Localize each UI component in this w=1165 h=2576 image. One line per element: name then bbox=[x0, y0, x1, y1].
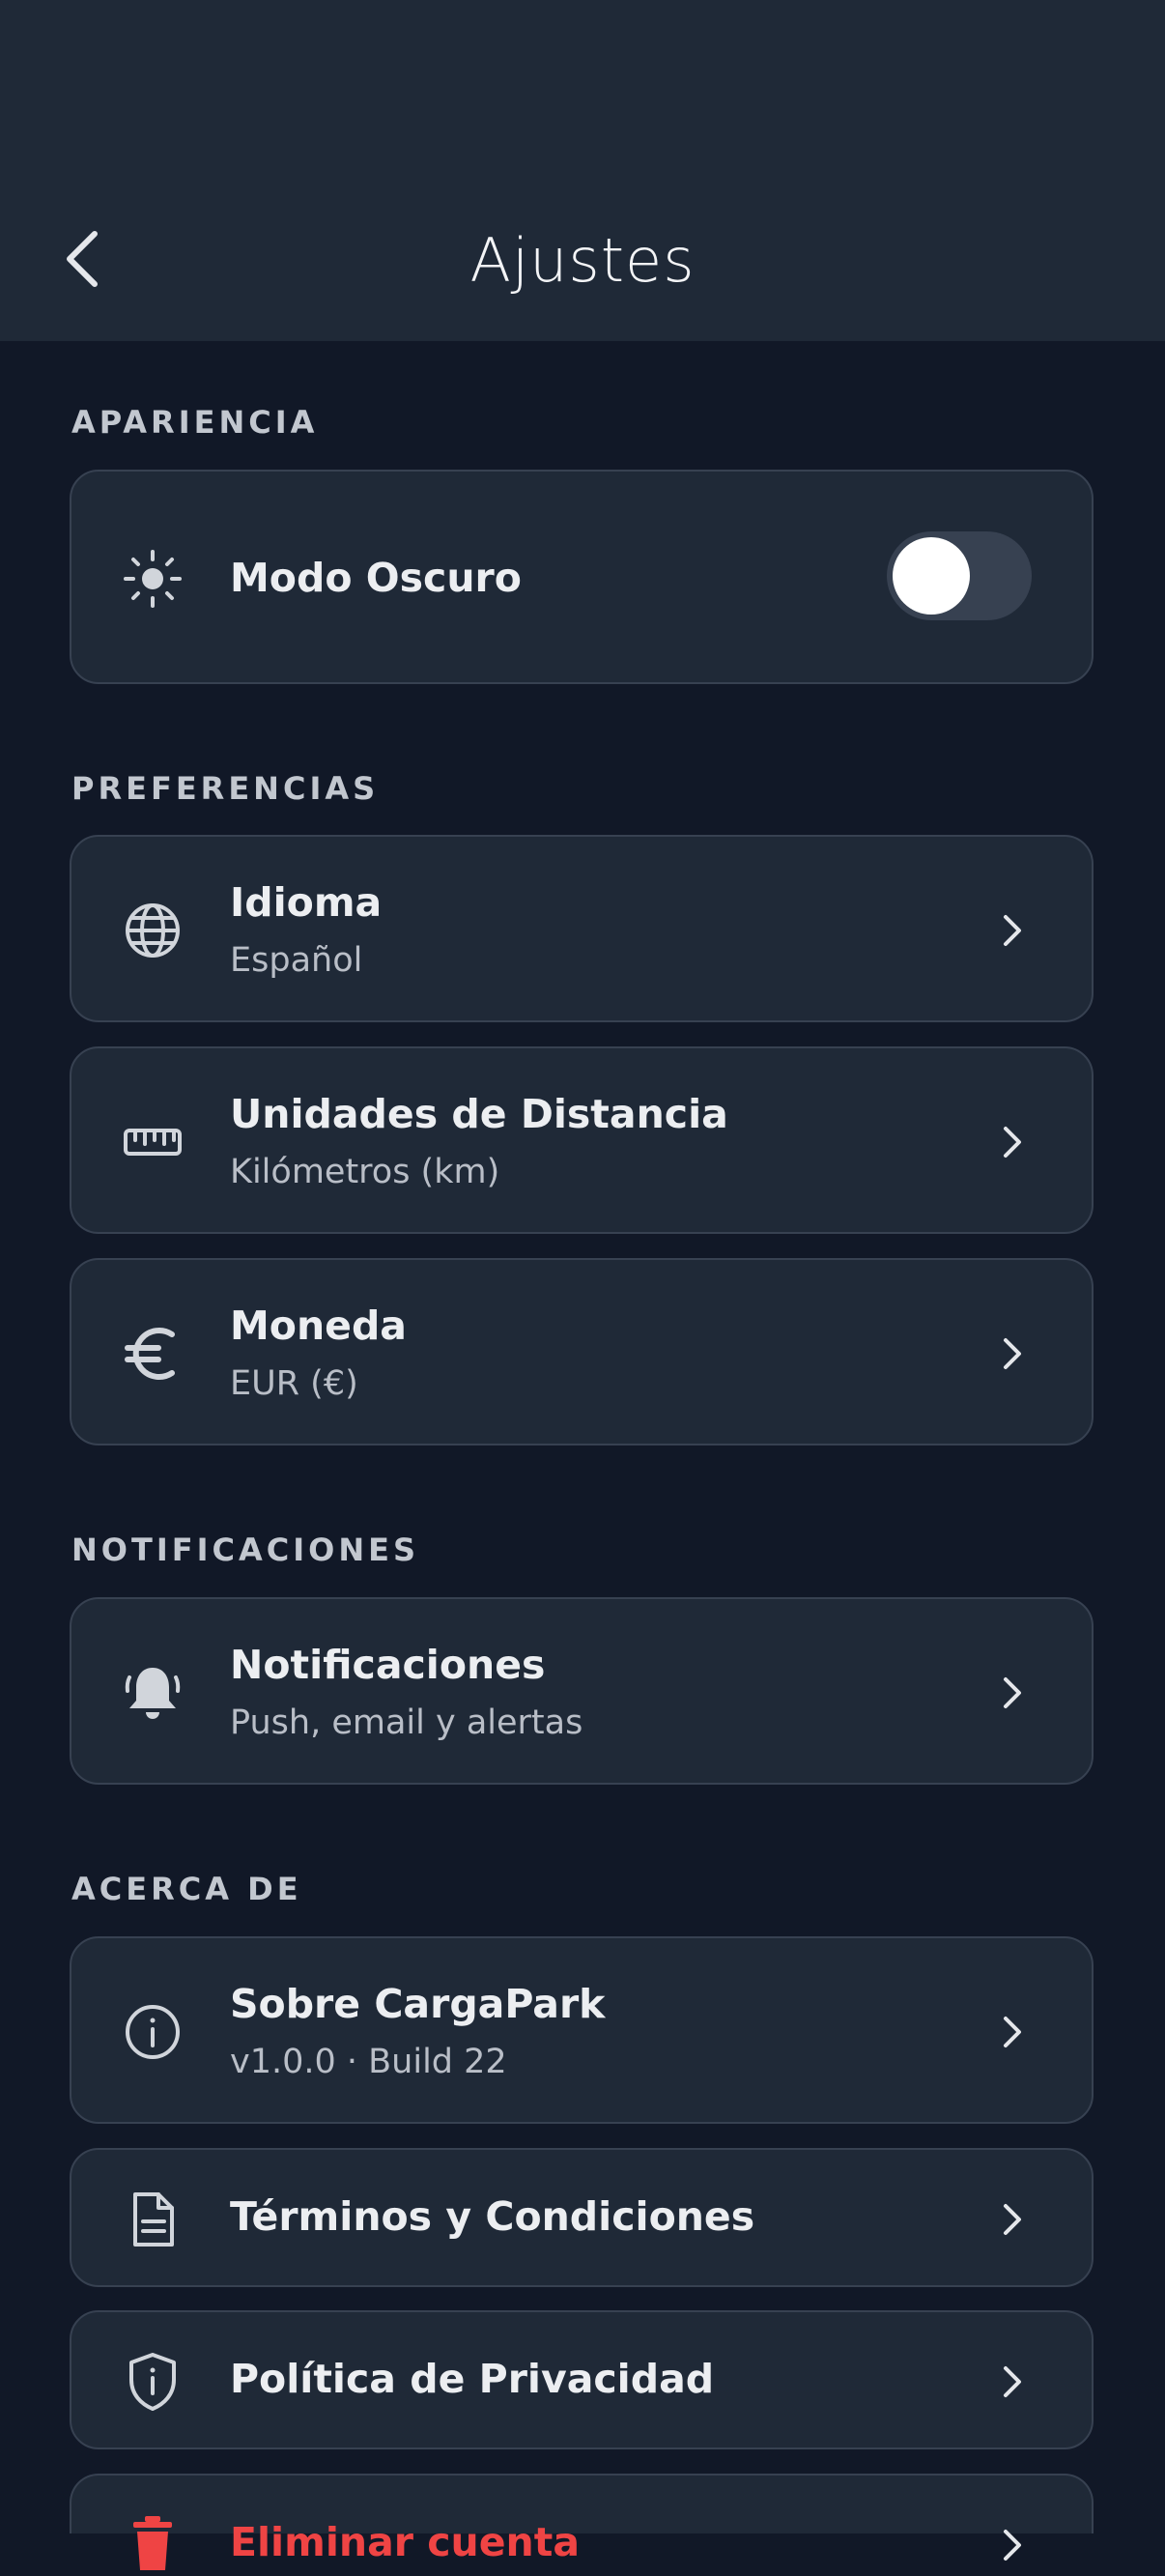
euro-icon bbox=[122, 1323, 184, 1385]
about-app-title: Sobre CargaPark bbox=[230, 1981, 606, 2027]
chevron-right-icon bbox=[993, 1123, 1032, 1161]
language-row[interactable]: Idioma Español bbox=[70, 835, 1094, 1022]
chevron-right-icon bbox=[993, 911, 1032, 950]
delete-account-row[interactable]: Eliminar cuenta bbox=[70, 2474, 1094, 2570]
chevron-right-icon bbox=[993, 1334, 1032, 1373]
distance-units-value: Kilómetros (km) bbox=[230, 1153, 500, 1191]
notifications-value: Push, email y alertas bbox=[230, 1703, 583, 1742]
dark-mode-label: Modo Oscuro bbox=[230, 555, 522, 601]
chevron-right-icon bbox=[993, 2362, 1032, 2401]
terms-title: Términos y Condiciones bbox=[230, 2193, 755, 2240]
privacy-title: Política de Privacidad bbox=[230, 2356, 715, 2402]
page-title: Ajustes bbox=[469, 225, 696, 296]
globe-icon bbox=[122, 900, 184, 961]
distance-units-row[interactable]: Unidades de Distancia Kilómetros (km) bbox=[70, 1046, 1094, 1234]
section-label-about: ACERCA DE bbox=[71, 1871, 302, 1907]
toggle-knob bbox=[893, 537, 970, 615]
privacy-row[interactable]: Política de Privacidad bbox=[70, 2310, 1094, 2449]
dark-mode-toggle[interactable] bbox=[887, 531, 1032, 620]
trash-icon bbox=[122, 2514, 184, 2576]
currency-title: Moneda bbox=[230, 1302, 407, 1349]
currency-row[interactable]: Moneda EUR (€) bbox=[70, 1258, 1094, 1445]
section-label-notifications: NOTIFICACIONES bbox=[71, 1531, 420, 1568]
currency-value: EUR (€) bbox=[230, 1364, 358, 1403]
notifications-row[interactable]: Notificaciones Push, email y alertas bbox=[70, 1597, 1094, 1785]
dark-mode-row: Modo Oscuro bbox=[70, 470, 1094, 684]
terms-row[interactable]: Términos y Condiciones bbox=[70, 2148, 1094, 2287]
delete-account-title: Eliminar cuenta bbox=[230, 2519, 580, 2565]
shield-icon bbox=[122, 2351, 184, 2413]
chevron-right-icon bbox=[993, 2013, 1032, 2051]
notifications-title: Notificaciones bbox=[230, 1642, 546, 1688]
distance-units-title: Unidades de Distancia bbox=[230, 1091, 728, 1137]
chevron-right-icon bbox=[993, 1674, 1032, 1712]
bell-icon bbox=[122, 1662, 184, 1724]
ruler-icon bbox=[122, 1111, 184, 1173]
chevron-right-icon bbox=[993, 2526, 1032, 2564]
sun-icon bbox=[122, 548, 184, 610]
language-value: Español bbox=[230, 941, 363, 980]
section-label-preferences: PREFERENCIAS bbox=[71, 770, 380, 807]
app-header: Ajustes bbox=[0, 0, 1165, 341]
section-label-appearance: APARIENCIA bbox=[71, 404, 319, 441]
language-title: Idioma bbox=[230, 879, 383, 926]
app-version: v1.0.0 · Build 22 bbox=[230, 2043, 507, 2081]
chevron-right-icon bbox=[993, 2200, 1032, 2239]
document-icon bbox=[122, 2189, 184, 2250]
about-app-row[interactable]: Sobre CargaPark v1.0.0 · Build 22 bbox=[70, 1936, 1094, 2124]
info-icon bbox=[122, 2001, 184, 2063]
